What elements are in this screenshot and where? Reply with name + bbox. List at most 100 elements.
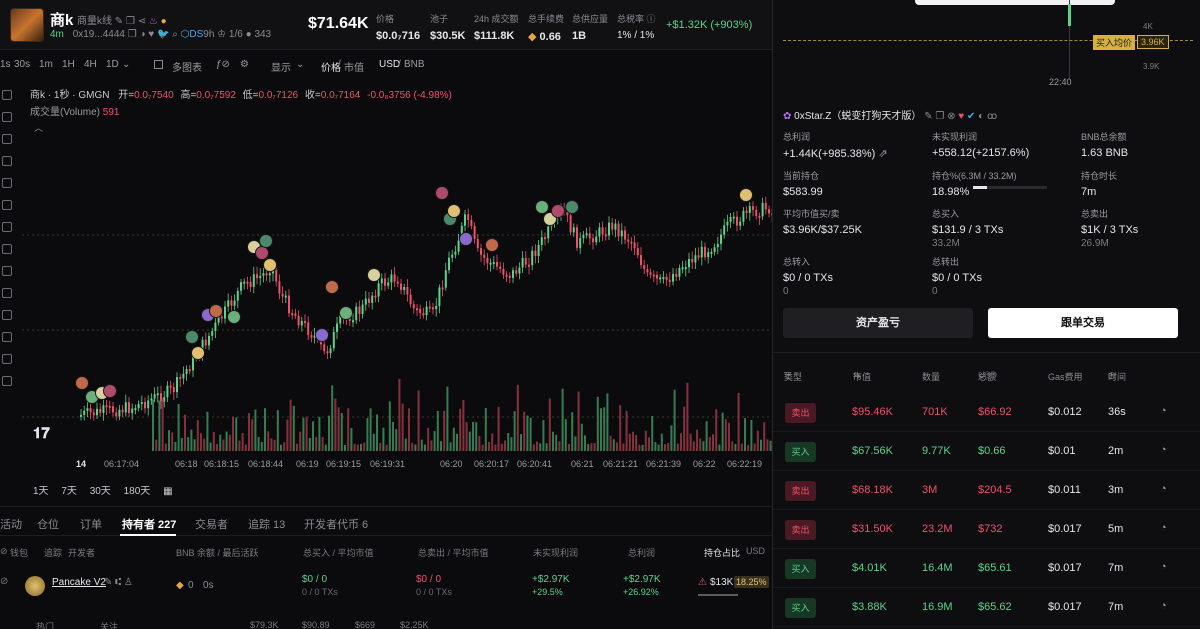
ticker-hot[interactable]: 热门: [36, 620, 54, 629]
address-copy-icon[interactable]: ❐ ◑ ♥ 🐦 ⌕: [128, 29, 181, 40]
period-30d[interactable]: 30天: [90, 486, 111, 497]
tab-traders[interactable]: 交易者: [195, 516, 228, 532]
tab-positions[interactable]: 仓位: [37, 516, 59, 532]
bscscan-icon[interactable]: ◔: [1160, 483, 1167, 495]
dropdown-icon[interactable]: ⌄: [978, 370, 986, 381]
col-total-buy[interactable]: 总买入 / 平均市值: [303, 546, 374, 559]
stat-pool: 池子 $30.5K: [430, 12, 465, 42]
interval-4h[interactable]: 4H: [84, 59, 97, 70]
calendar-icon[interactable]: ▦: [163, 486, 172, 497]
tx-row[interactable]: 卖出 $31.50K 23.2M $732 $0.017 5m ◔: [773, 510, 1200, 549]
copy-icon[interactable]: ❐: [126, 16, 135, 27]
copy-trade-button[interactable]: 跟单交易: [988, 308, 1178, 338]
trader-action-icons[interactable]: ✎ ❐ ⊗: [924, 111, 958, 122]
bscscan-icon[interactable]: ◔: [1160, 522, 1167, 534]
interval-1h[interactable]: 1H: [62, 59, 75, 70]
interval-1d[interactable]: 1D: [106, 59, 119, 70]
bscscan-icon[interactable]: ◔: [1160, 561, 1167, 573]
col-gas[interactable]: Gas费用: [1048, 370, 1083, 383]
swap-icon[interactable]: ⇆: [853, 370, 861, 381]
col-usd[interactable]: USD: [746, 546, 765, 556]
tab-orders[interactable]: 订单: [80, 516, 102, 532]
ticker-value-2[interactable]: $90.89: [302, 620, 330, 629]
zoom-tool-icon[interactable]: [2, 288, 12, 298]
col-unrealized[interactable]: 未实现利润: [533, 546, 578, 559]
external-link-icon[interactable]: ⇗: [878, 148, 887, 160]
col-track[interactable]: 追踪: [44, 546, 62, 559]
indicator-icon[interactable]: ƒ⊘: [216, 59, 230, 70]
bscscan-icon[interactable]: ◔: [1160, 444, 1167, 456]
trader-name[interactable]: 0xStar.Z（蜕变打狗天才版）: [794, 111, 921, 122]
mcap-toggle[interactable]: 市值: [344, 59, 364, 74]
tx-amount: 701K: [922, 406, 948, 418]
ticker-follow[interactable]: 关注: [100, 620, 118, 629]
volume-bar: [507, 433, 510, 451]
display-button[interactable]: 显示: [271, 59, 291, 74]
ticker-value-1[interactable]: $79.3K: [250, 620, 279, 629]
col-total-profit[interactable]: 总利润: [628, 546, 655, 559]
candle-body: [166, 385, 169, 398]
channel-tool-icon[interactable]: [2, 134, 12, 144]
tx-row[interactable]: 买入 $67.56K 9.77K $0.66 $0.01 2m ◔: [773, 432, 1200, 471]
holder-name[interactable]: Pancake V2: [52, 577, 106, 588]
info-icon[interactable]: ⓘ: [647, 14, 656, 24]
period-1d[interactable]: 1天: [33, 486, 49, 497]
token-age: 4m: [50, 29, 64, 40]
bscscan-icon[interactable]: ◔: [1160, 600, 1167, 612]
tab-activity[interactable]: 活动: [0, 516, 22, 532]
ruler-tool-icon[interactable]: [2, 266, 12, 276]
trash-tool-icon[interactable]: [2, 376, 12, 386]
interval-1m[interactable]: 1m: [39, 59, 53, 70]
col-wallet[interactable]: 钱包: [10, 546, 28, 559]
col-bnb-balance[interactable]: BNB 余额 / 最后活跃: [176, 546, 259, 559]
col-dev[interactable]: 开发者: [68, 546, 95, 559]
tab-holders[interactable]: 持有者 227: [122, 516, 176, 532]
edit-icon[interactable]: ✎: [115, 16, 123, 27]
lock-tool-icon[interactable]: [2, 332, 12, 342]
share-icon[interactable]: ⋖: [138, 16, 146, 27]
asset-pnl-button[interactable]: 资产盈亏: [783, 308, 973, 338]
edit-icon[interactable]: ✎ ⑆ ♙: [104, 577, 133, 588]
candle-body: [649, 272, 652, 275]
usd-toggle[interactable]: USD: [379, 59, 400, 70]
multi-chart-checkbox[interactable]: [154, 60, 163, 69]
col-amount[interactable]: 数量: [922, 370, 940, 383]
col-hold-pct[interactable]: 持仓占比: [704, 546, 740, 559]
eye-tool-icon[interactable]: [2, 354, 12, 364]
table-row[interactable]: ⊘ Pancake V2 ✎ ⑆ ♙ ◆ 0 0s $0 / 0 0 / 0 T…: [0, 572, 772, 606]
ticker-value-3[interactable]: $669: [355, 620, 375, 629]
period-7d[interactable]: 7天: [61, 486, 77, 497]
col-total-sell[interactable]: 总卖出 / 平均市值: [418, 546, 489, 559]
tab-tracking[interactable]: 追踪 13: [248, 516, 285, 532]
filter-icon[interactable]: ▽: [784, 370, 791, 381]
brush-tool-icon[interactable]: [2, 200, 12, 210]
crosshair-tool-icon[interactable]: [2, 90, 12, 100]
interval-30s[interactable]: 30s: [14, 59, 30, 70]
clock-icon[interactable]: ◷: [1108, 370, 1116, 381]
magnet-tool-icon[interactable]: [2, 310, 12, 320]
tx-row[interactable]: 买入 $4.01K 16.4M $65.61 $0.017 7m ◔: [773, 549, 1200, 588]
text-tool-icon[interactable]: [2, 222, 12, 232]
node-tool-icon[interactable]: [2, 156, 12, 166]
tx-row[interactable]: 卖出 $95.46K 701K $66.92 $0.012 36s ◔: [773, 393, 1200, 432]
line-tool-icon[interactable]: [2, 112, 12, 122]
bnb-toggle[interactable]: BNB: [404, 59, 425, 70]
filter-icon[interactable]: ⊘: [0, 576, 8, 587]
extra-icons[interactable]: ◐ ꝏ: [978, 111, 997, 122]
dropdown-icon[interactable]: ⌄: [122, 59, 130, 70]
emoji-tool-icon[interactable]: [2, 244, 12, 254]
price-chart[interactable]: [22, 115, 772, 455]
filter-icon[interactable]: ⊘: [0, 546, 8, 557]
tx-row[interactable]: 卖出 $68.18K 3M $204.5 $0.011 3m ◔: [773, 471, 1200, 510]
tab-dev-tokens[interactable]: 开发者代币 6: [304, 516, 368, 532]
settings-icon[interactable]: ⚙: [240, 59, 249, 70]
token-address[interactable]: 0x19...4444: [73, 29, 125, 40]
bscscan-icon[interactable]: ◔: [1160, 405, 1167, 417]
ticker-value-4[interactable]: $2.25K: [400, 620, 429, 629]
fib-tool-icon[interactable]: [2, 178, 12, 188]
tx-row[interactable]: 买入 $3.88K 16.9M $65.62 $0.017 7m ◔: [773, 588, 1200, 627]
display-dropdown-icon[interactable]: ⌄: [296, 59, 304, 70]
period-180d[interactable]: 180天: [124, 486, 151, 497]
multi-chart-label[interactable]: 多图表: [172, 59, 202, 74]
interval-1s[interactable]: 1s: [0, 59, 11, 70]
